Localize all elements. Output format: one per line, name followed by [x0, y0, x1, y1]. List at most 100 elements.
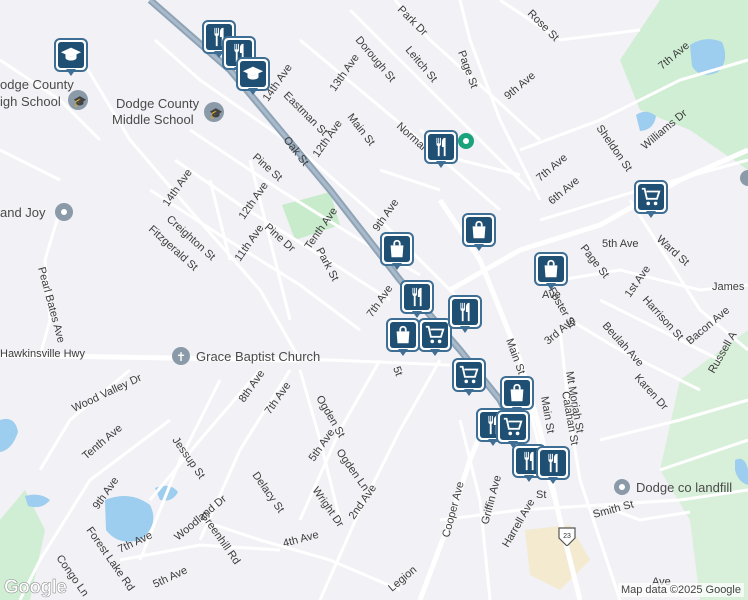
street-label: Main St [345, 111, 377, 148]
map-marker-shopping[interactable] [534, 252, 568, 292]
marker-box [536, 446, 570, 480]
street-label: 8th Ave [237, 368, 268, 405]
street-label: Beulah Ave [600, 320, 646, 369]
marker-pointer [524, 475, 534, 482]
marker-box [462, 213, 496, 247]
pond [0, 418, 18, 452]
street-label: Karen Dr [632, 372, 671, 413]
street-label: Delacy St [250, 470, 287, 515]
route-shield-number: 23 [563, 533, 571, 540]
svg-text:✝: ✝ [176, 350, 186, 364]
graduation-cap-icon [240, 61, 266, 87]
marker-box [424, 130, 458, 164]
street-label: Tenth Ave [80, 422, 125, 462]
marker-box [380, 232, 414, 266]
street-label: 14th Ave [161, 167, 195, 209]
middle-school-label-2[interactable]: Middle School [112, 112, 194, 127]
street-label: Park Dr [395, 4, 430, 39]
street-label: Harrison St [640, 294, 686, 343]
marker-pointer [464, 389, 474, 396]
street-label: Legion [386, 564, 419, 594]
fork-knife-icon [428, 134, 454, 160]
street-label: Griffin Ave [479, 474, 504, 526]
street-label: Pearl Bates Ave [35, 266, 67, 345]
shopping-cart-icon [422, 322, 448, 348]
marker-pointer [392, 263, 402, 270]
shopping-bag-icon [538, 256, 564, 282]
fork-knife-icon [452, 299, 478, 325]
shopping-bag-icon [384, 236, 410, 262]
marker-box [496, 410, 530, 444]
street-label: Ward St [654, 233, 691, 268]
shopping-cart-icon [456, 362, 482, 388]
marker-box [418, 318, 452, 352]
place-poi-center [61, 209, 67, 215]
street-label: 5th Ave [151, 564, 189, 590]
marker-pointer [412, 311, 422, 318]
map-marker-shopping[interactable] [380, 232, 414, 272]
street-label: Sheldon St [594, 123, 635, 174]
place-poi-icon[interactable] [740, 170, 748, 186]
svg-text:🎓: 🎓 [209, 108, 223, 120]
marker-box [54, 38, 88, 72]
street-label: 4th Ave [282, 529, 320, 550]
map-marker-grocery[interactable] [634, 180, 668, 220]
map-marker-school[interactable] [236, 57, 270, 97]
marker-box [448, 295, 482, 329]
map-marker-school[interactable] [54, 38, 88, 78]
shopping-bag-icon [504, 380, 530, 406]
street-label: 12th Ave [237, 180, 271, 222]
marker-pointer [546, 283, 556, 290]
street-label: Hawkinsville Hwy [0, 348, 85, 360]
street-label: Smith St [592, 499, 635, 521]
marker-box [500, 376, 534, 410]
pond [636, 111, 656, 131]
us-route-shield-icon: 23 [558, 527, 576, 546]
map-marker-grocery[interactable] [452, 358, 486, 398]
marker-box [236, 57, 270, 91]
svg-text:🎓: 🎓 [73, 96, 87, 108]
map-marker-restaurant[interactable] [536, 446, 570, 486]
landfill-label[interactable]: Dodge co landfill [636, 480, 732, 495]
graduation-cap-icon [58, 42, 84, 68]
google-logo: Google [4, 577, 67, 599]
street-label: Rose St [525, 8, 561, 44]
poi-pin-center [463, 138, 469, 144]
map-marker-shopping[interactable] [386, 318, 420, 358]
marker-box [386, 318, 420, 352]
map-marker-restaurant[interactable] [448, 295, 482, 335]
pond [25, 494, 50, 508]
marker-pointer [248, 88, 258, 95]
marker-pointer [474, 244, 484, 251]
shopping-bag-icon [390, 322, 416, 348]
map-marker-restaurant[interactable] [424, 130, 458, 170]
street-label: Oak St [281, 134, 311, 168]
shopping-bag-icon [466, 217, 492, 243]
marker-box [400, 280, 434, 314]
street-label: Cooper Ave [440, 480, 466, 538]
marker-box [534, 252, 568, 286]
high-school-label[interactable]: odge County [0, 77, 74, 92]
map-attribution[interactable]: Map data ©2025 Google [617, 583, 744, 597]
map-marker-grocery[interactable] [418, 318, 452, 358]
street-label: Main St [503, 337, 527, 376]
middle-school-label[interactable]: Dodge County [116, 96, 200, 111]
high-school-label-2[interactable]: igh School [0, 94, 61, 109]
street-label: Wood Valley Dr [70, 372, 144, 415]
street-label: 11th Ave [233, 223, 267, 264]
street-label: 7th Ave [365, 283, 396, 320]
grace-baptist-label[interactable]: Grace Baptist Church [196, 349, 320, 364]
street-label: 9th Ave [502, 70, 538, 103]
marker-pointer [646, 211, 656, 218]
land-joy-label[interactable]: and Joy [0, 205, 46, 220]
map-marker-shopping[interactable] [462, 213, 496, 253]
street-label: 5t [390, 365, 404, 378]
map-canvas[interactable]: 🎓 🎓 ✝ odge County igh School Dodge Count… [0, 0, 748, 600]
map-base-layer: 🎓 🎓 ✝ odge County igh School Dodge Count… [0, 0, 748, 600]
marker-pointer [548, 477, 558, 484]
street-label: 7th Ave [263, 380, 294, 417]
marker-box [634, 180, 668, 214]
map-marker-restaurant[interactable] [400, 280, 434, 320]
marker-box [452, 358, 486, 392]
marker-pointer [460, 326, 470, 333]
